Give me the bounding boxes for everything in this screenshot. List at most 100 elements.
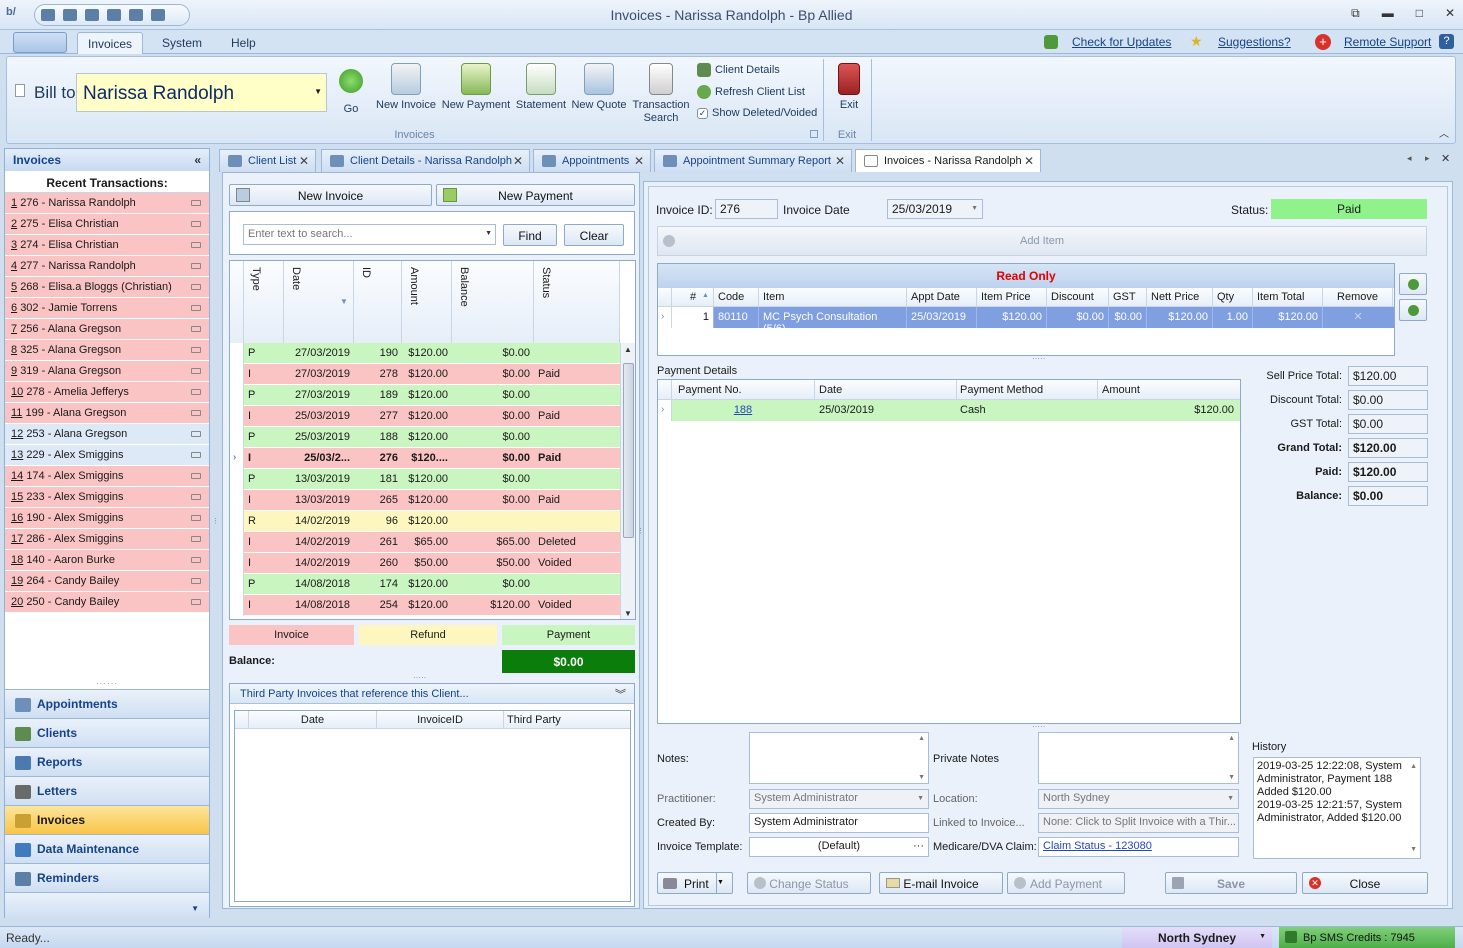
payment-number-link[interactable]: 188 bbox=[672, 404, 814, 416]
transaction-row[interactable]: R 14/02/2019 96 $120.00 bbox=[230, 511, 620, 532]
nav-configure-button[interactable]: ▼ bbox=[5, 892, 209, 918]
sms-credits[interactable]: Bp SMS Credits : 7945 bbox=[1279, 927, 1455, 948]
help-icon[interactable]: ? bbox=[1439, 34, 1454, 49]
nav-letters[interactable]: Letters bbox=[5, 776, 209, 805]
column-header-payment-no[interactable]: Payment No. bbox=[678, 384, 742, 396]
location-selector[interactable]: North Sydney ▼ bbox=[1122, 927, 1272, 948]
splitter-grip[interactable]: ····· bbox=[413, 673, 426, 682]
exit-button[interactable]: Exit bbox=[829, 63, 869, 111]
nav-reminders[interactable]: Reminders bbox=[5, 863, 209, 892]
transaction-row[interactable]: I 13/03/2019 265 $120.00 $0.00 Paid bbox=[230, 490, 620, 511]
private-notes-textarea[interactable]: ▲ ▼ bbox=[1038, 732, 1239, 784]
column-header-payment-method[interactable]: Payment Method bbox=[960, 384, 1043, 396]
pin-icon[interactable] bbox=[191, 242, 201, 248]
recent-transaction-item[interactable]: 4 277 - Narissa Randolph bbox=[5, 256, 209, 277]
notes-textarea[interactable]: ▲ ▼ bbox=[749, 732, 929, 784]
recent-transaction-item[interactable]: 17 286 - Alex Smiggins bbox=[5, 529, 209, 550]
transaction-row[interactable]: I 25/03/2019 277 $120.00 $0.00 Paid bbox=[230, 406, 620, 427]
recent-transaction-item[interactable]: 12 253 - Alana Gregson bbox=[5, 424, 209, 445]
claim-status-link[interactable]: Claim Status - 123080 bbox=[1043, 840, 1152, 852]
recent-transaction-item[interactable]: 16 190 - Alex Smiggins bbox=[5, 508, 209, 529]
recent-transaction-item[interactable]: 7 256 - Alana Gregson bbox=[5, 319, 209, 340]
scroll-up-icon[interactable]: ▲ bbox=[624, 345, 632, 354]
column-header-appt-date[interactable]: Appt Date bbox=[907, 288, 977, 307]
scroll-thumb[interactable] bbox=[623, 363, 634, 538]
column-header-gst[interactable]: GST bbox=[1109, 288, 1147, 307]
pin-icon[interactable] bbox=[191, 473, 201, 479]
doc-tab-invoices[interactable]: Invoices - Narissa Randolph ✕ bbox=[855, 149, 1041, 172]
splitter-grip[interactable]: ······ bbox=[5, 679, 209, 688]
column-header-item[interactable]: Item bbox=[759, 288, 907, 307]
column-header-date[interactable]: Date ▼ bbox=[284, 261, 354, 343]
recent-transaction-item[interactable]: 10 278 - Amelia Jefferys bbox=[5, 382, 209, 403]
splitter-grip[interactable]: ····· bbox=[1032, 722, 1045, 731]
transaction-row[interactable]: › I 25/03/2... 276 $120.... $0.00 Paid bbox=[230, 448, 620, 469]
item-row[interactable]: › 1 80110 MC Psych Consultation (5/6) 25/03/… bbox=[658, 307, 1394, 335]
client-details-button[interactable]: Client Details bbox=[697, 63, 780, 77]
column-header-item-total[interactable]: Item Total bbox=[1253, 288, 1323, 307]
pane-splitter[interactable]: ⋮ bbox=[637, 528, 644, 560]
recent-transaction-item[interactable]: 6 302 - Jamie Torrens bbox=[5, 298, 209, 319]
pin-icon[interactable] bbox=[191, 284, 201, 290]
column-header-nett-price[interactable]: Nett Price bbox=[1147, 288, 1213, 307]
transaction-row[interactable]: I 14/02/2019 260 $50.00 $50.00 Voided bbox=[230, 553, 620, 574]
column-header-qty[interactable]: Qty bbox=[1213, 288, 1253, 307]
recent-transaction-item[interactable]: 9 319 - Alana Gregson bbox=[5, 361, 209, 382]
transaction-row[interactable]: I 14/02/2019 261 $65.00 $65.00 Deleted bbox=[230, 532, 620, 553]
column-header-date[interactable]: Date bbox=[249, 714, 376, 726]
column-header-status[interactable]: Status bbox=[534, 261, 620, 343]
third-party-header[interactable]: Third Party Invoices that reference this… bbox=[230, 684, 634, 704]
print-button[interactable]: Print ▼ bbox=[657, 872, 733, 894]
app-menu-button[interactable] bbox=[13, 32, 67, 53]
scroll-up-icon[interactable]: ▲ bbox=[1410, 760, 1417, 773]
recent-transaction-item[interactable]: 14 174 - Alex Smiggins bbox=[5, 466, 209, 487]
pin-icon[interactable] bbox=[191, 200, 201, 206]
refresh-client-list-button[interactable]: Refresh Client List bbox=[697, 85, 805, 99]
transaction-row[interactable]: I 14/08/2018 254 $120.00 $120.00 Voided bbox=[230, 595, 620, 616]
pin-icon[interactable] bbox=[191, 494, 201, 500]
pin-icon[interactable] bbox=[191, 431, 201, 437]
linked-invoice-field[interactable]: None: Click to Split Invoice with a Thir… bbox=[1038, 813, 1239, 833]
pin-icon[interactable] bbox=[191, 557, 201, 563]
scroll-down-icon[interactable]: ▼ bbox=[624, 609, 632, 618]
scroll-down-icon[interactable]: ▼ bbox=[918, 774, 925, 781]
doc-tab-client-list[interactable]: Client List ✕ bbox=[219, 149, 316, 172]
scroll-up-icon[interactable]: ▲ bbox=[1228, 735, 1235, 742]
suggestions-link[interactable]: Suggestions? bbox=[1218, 35, 1291, 49]
go-button[interactable]: Go bbox=[338, 63, 364, 115]
minimize-icon[interactable]: ▬ bbox=[1382, 6, 1394, 21]
recent-transaction-item[interactable]: 13 229 - Alex Smiggins bbox=[5, 445, 209, 466]
recent-transaction-item[interactable]: 18 140 - Aaron Burke bbox=[5, 550, 209, 571]
pin-icon[interactable] bbox=[191, 263, 201, 269]
doc-tab-appointment-summary[interactable]: Appointment Summary Report ✕ bbox=[654, 149, 852, 172]
close-all-tabs-icon[interactable]: ✕ bbox=[1441, 152, 1450, 165]
statement-button[interactable]: Statement bbox=[514, 63, 568, 111]
transaction-search-button[interactable]: Transaction Search bbox=[629, 63, 693, 125]
transaction-row[interactable]: P 27/03/2019 190 $120.00 $0.00 bbox=[230, 343, 620, 364]
close-icon[interactable]: ✕ bbox=[1445, 6, 1455, 21]
clear-button[interactable]: Clear bbox=[564, 224, 624, 246]
collapse-chevron-icon[interactable]: ︾ bbox=[615, 686, 626, 702]
tab-system[interactable]: System bbox=[152, 32, 212, 54]
remote-support-link[interactable]: Remote Support bbox=[1344, 35, 1431, 49]
pin-icon[interactable] bbox=[191, 347, 201, 353]
vertical-scrollbar[interactable]: ▲ ▼ bbox=[620, 343, 635, 619]
close-tab-icon[interactable]: ✕ bbox=[835, 154, 845, 168]
close-tab-icon[interactable]: ✕ bbox=[513, 154, 523, 168]
recent-transaction-item[interactable]: 20 250 - Candy Bailey bbox=[5, 592, 209, 613]
search-input[interactable]: Enter text to search... ▼ bbox=[243, 224, 496, 245]
close-tab-icon[interactable]: ✕ bbox=[1024, 154, 1034, 168]
new-payment-button[interactable]: New Payment bbox=[440, 63, 512, 111]
column-header-remove[interactable]: Remove bbox=[1323, 288, 1393, 307]
column-header-invoice-id[interactable]: InvoiceID bbox=[377, 714, 503, 726]
restore-icon[interactable]: ⧉ bbox=[1351, 6, 1360, 21]
bill-to-select[interactable]: Narissa Randolph ▼ bbox=[76, 73, 327, 112]
collapse-icon[interactable]: « bbox=[194, 153, 201, 167]
tab-invoices[interactable]: Invoices bbox=[77, 32, 144, 54]
scroll-down-icon[interactable]: ▼ bbox=[1410, 843, 1417, 856]
email-invoice-button[interactable]: E-mail Invoice bbox=[879, 872, 1003, 894]
recent-transaction-item[interactable]: 19 264 - Candy Bailey bbox=[5, 571, 209, 592]
column-header-discount[interactable]: Discount bbox=[1047, 288, 1109, 307]
ellipsis-icon[interactable]: ··· bbox=[913, 840, 924, 852]
nav-clients[interactable]: Clients bbox=[5, 718, 209, 747]
